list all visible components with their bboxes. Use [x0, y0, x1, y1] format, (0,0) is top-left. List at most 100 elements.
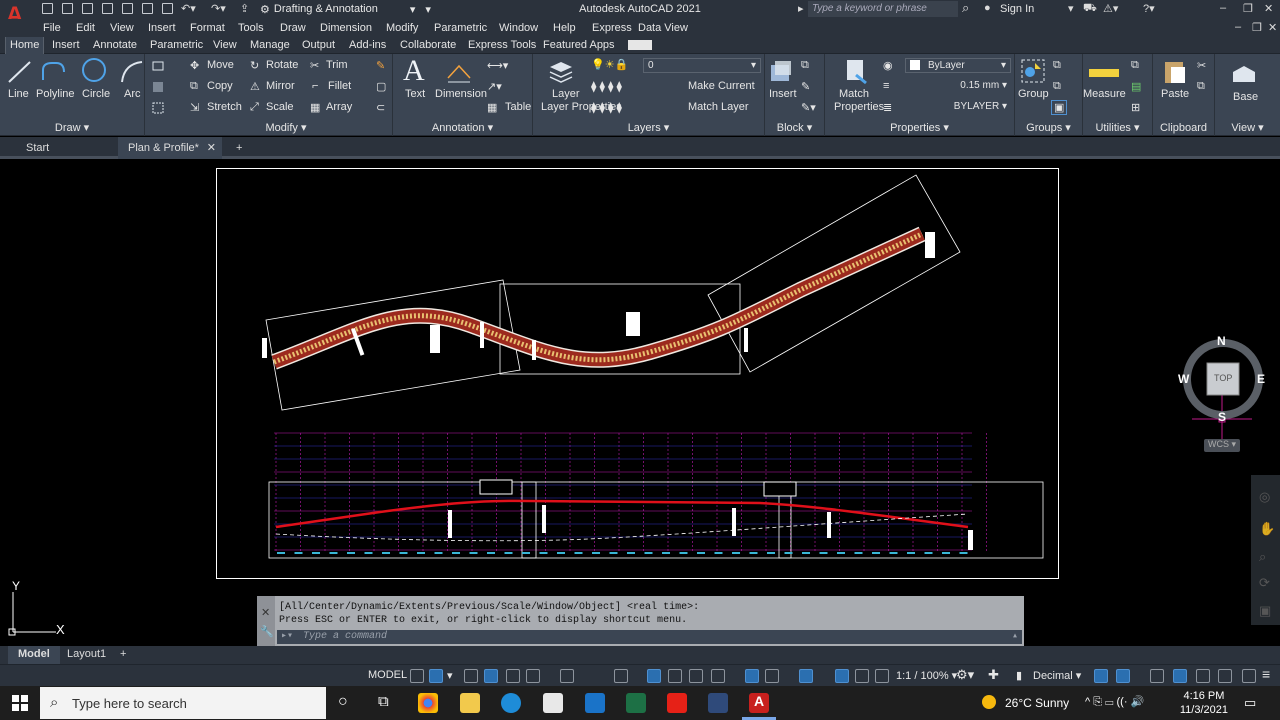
cortana-icon[interactable]: ○ — [338, 693, 348, 711]
zoom-icon[interactable]: ⌕ — [1259, 549, 1266, 565]
redo-icon[interactable]: ↷▾ — [211, 2, 226, 15]
customize-menu-icon[interactable]: ≡ — [1262, 666, 1270, 682]
menu-modify[interactable]: Modify — [386, 22, 418, 34]
navigation-bar[interactable]: ◎ ✋ ⌕ ⟳ ▣ — [1251, 475, 1280, 625]
trim-button[interactable]: Trim — [326, 59, 348, 71]
restore-button[interactable]: ❐ — [1243, 2, 1253, 15]
help-search-input[interactable]: Type a keyword or phrase — [808, 1, 958, 17]
circle-icon[interactable] — [80, 56, 108, 84]
array-button[interactable]: Array — [326, 101, 352, 113]
snap-dropdown-icon[interactable]: ▾ — [447, 669, 453, 682]
help-icon[interactable]: ?▾ — [1143, 2, 1155, 15]
menu-file[interactable]: File — [43, 22, 61, 34]
dropdown-icon[interactable]: ▾ — [1068, 2, 1074, 15]
orbit-icon[interactable]: ⟳ — [1259, 575, 1270, 591]
command-input[interactable]: ▸▾ Type a command ▴ — [277, 630, 1022, 644]
tab-layout1[interactable]: Layout1 — [67, 648, 106, 660]
panel-annotation-title[interactable]: Annotation ▾ — [393, 121, 532, 134]
compass-e[interactable]: E — [1257, 372, 1265, 386]
menu-format[interactable]: Format — [190, 22, 225, 34]
dimension-button[interactable]: Dimension — [435, 88, 487, 100]
panel-groups-title[interactable]: Groups ▾ — [1015, 121, 1082, 134]
open-icon[interactable] — [62, 3, 73, 14]
panel-modify-title[interactable]: Modify ▾ — [180, 121, 392, 134]
close-tab-icon[interactable]: ✕ — [207, 141, 216, 154]
viewcube[interactable]: N S E W TOP WCS ▾ — [1178, 334, 1270, 452]
linear-dim-icon[interactable]: ⟷▾ — [487, 59, 508, 72]
leader-icon[interactable]: ↗▾ — [487, 80, 502, 93]
annotation-monitor-icon[interactable]: ✚ — [988, 667, 999, 683]
move-button[interactable]: Move — [207, 59, 234, 71]
transparency-icon[interactable] — [668, 669, 682, 683]
snap-icon[interactable] — [429, 669, 443, 683]
insert-button[interactable]: Insert — [769, 88, 797, 100]
cart-icon[interactable]: ⛟ — [1083, 2, 1097, 16]
close-command-icon[interactable]: ✕ — [261, 606, 270, 619]
lineweight-toggle-icon[interactable] — [647, 669, 661, 683]
sign-in-button[interactable]: Sign In — [1000, 3, 1034, 15]
polyline-icon[interactable] — [40, 58, 68, 86]
save-icon[interactable] — [82, 3, 93, 14]
tab-express-tools[interactable]: Express Tools — [464, 39, 540, 51]
compass-w[interactable]: W — [1178, 372, 1189, 386]
tab-home[interactable]: Home — [5, 37, 45, 54]
rotate-button[interactable]: Rotate — [266, 59, 298, 71]
layer-properties-label-1[interactable]: Layer — [552, 88, 580, 100]
panel-draw-title[interactable]: Draw ▾ — [0, 121, 144, 134]
plot-icon[interactable] — [162, 3, 173, 14]
gizmo-icon[interactable] — [799, 669, 813, 683]
command-grip[interactable]: ✕ 🔧 — [257, 596, 275, 646]
tab-manage[interactable]: Manage — [246, 39, 294, 51]
table-button[interactable]: Table — [505, 101, 531, 113]
object-snap-tracking-icon[interactable] — [614, 669, 628, 683]
quick-select-icon[interactable]: ⧉ — [1131, 59, 1139, 72]
edit-block-icon[interactable]: ✎ — [801, 80, 810, 93]
graphics-performance-icon[interactable] — [1218, 669, 1232, 683]
mirror-button[interactable]: Mirror — [266, 80, 295, 92]
model-space-button[interactable]: MODEL — [368, 669, 407, 681]
tab-annotate[interactable]: Annotate — [89, 39, 141, 51]
command-prompt-icon[interactable]: ▸▾ — [281, 630, 293, 642]
workspace-switcher[interactable]: ⚙ Drafting & Annotation ▾ ▾ — [260, 1, 431, 17]
compass-s[interactable]: S — [1218, 410, 1226, 424]
fullscreen-icon[interactable] — [1242, 669, 1256, 683]
notification-icon[interactable]: ▭ — [1244, 695, 1256, 711]
explode-icon[interactable]: ▢ — [376, 80, 386, 93]
file-explorer-icon[interactable] — [460, 693, 480, 713]
hardware-acceleration-icon[interactable] — [1173, 669, 1187, 683]
doc-close-button[interactable]: ✕ — [1268, 21, 1277, 34]
edge-icon[interactable] — [501, 693, 521, 713]
erase-icon[interactable]: ✎ — [376, 59, 385, 72]
group-button[interactable]: Group — [1018, 88, 1049, 100]
excel-icon[interactable] — [626, 693, 646, 713]
search-icon[interactable]: ⌕ — [962, 0, 969, 16]
drawing-area[interactable]: X Y N S E W TOP WCS ▾ ◎ ✋ ⌕ ⟳ ▣ — [0, 162, 1280, 646]
menu-help[interactable]: Help — [553, 22, 576, 34]
customize-qa-icon[interactable]: ▾ — [425, 3, 431, 16]
tab-add-ins[interactable]: Add-ins — [345, 39, 390, 51]
menu-draw[interactable]: Draw — [280, 22, 306, 34]
isodraft-icon[interactable] — [560, 669, 574, 683]
calculator-icon[interactable]: ▤ — [1131, 80, 1141, 93]
line-icon[interactable] — [6, 58, 34, 86]
infer-icon[interactable] — [464, 669, 478, 683]
save-web-icon[interactable] — [142, 3, 153, 14]
menu-parametric[interactable]: Parametric — [434, 22, 487, 34]
command-history-toggle[interactable]: ▴ — [1012, 630, 1018, 642]
isolate-objects-icon[interactable] — [1150, 669, 1164, 683]
wcs-menu[interactable]: WCS ▾ — [1204, 439, 1240, 452]
panel-block-title[interactable]: Block ▾ — [765, 121, 824, 134]
tab-collaborate[interactable]: Collaborate — [396, 39, 460, 51]
units-dropdown[interactable]: Decimal ▾ — [1033, 669, 1081, 682]
boundary-icon[interactable] — [152, 102, 164, 114]
layer-tools-row-2[interactable]: ⧫ ⧫ ⧫ ⧫ — [591, 101, 622, 114]
viewcube-top-face[interactable]: TOP — [1214, 373, 1232, 383]
youtube-icon[interactable] — [667, 693, 687, 713]
scale-button[interactable]: Scale — [266, 101, 294, 113]
a360-icon[interactable]: ⚠▾ — [1103, 2, 1118, 15]
compass-n[interactable]: N — [1217, 334, 1226, 348]
undo-icon[interactable]: ↶▾ — [181, 2, 196, 15]
menu-window[interactable]: Window — [499, 22, 538, 34]
steering-wheel-icon[interactable]: ◎ — [1259, 489, 1270, 505]
tab-model[interactable]: Model — [8, 646, 60, 664]
